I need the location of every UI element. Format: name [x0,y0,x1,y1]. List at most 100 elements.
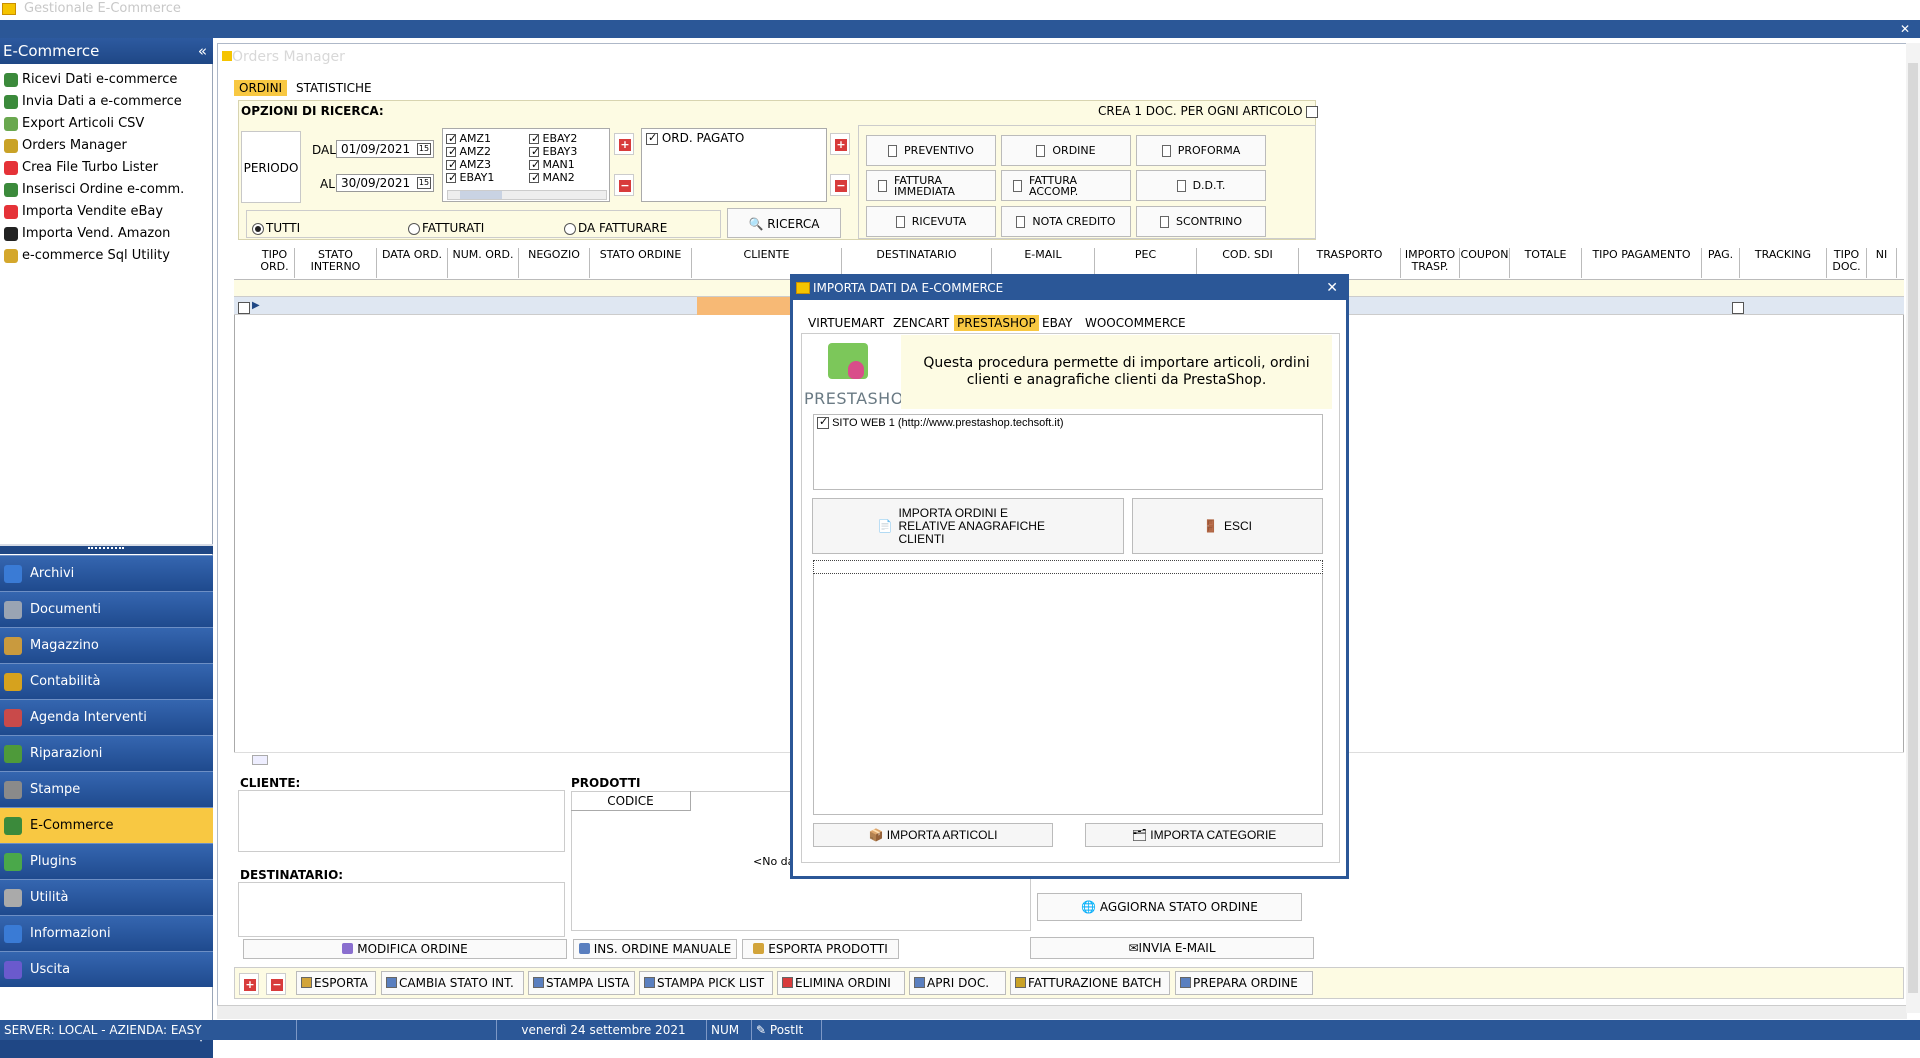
sidebar-item[interactable]: e-commerce Sql Utility [0,245,213,267]
nav-contabilit-[interactable]: Contabilità [0,663,213,699]
nav-riparazioni[interactable]: Riparazioni [0,735,213,771]
dialog-tab-zencart[interactable]: ZENCART [890,315,952,331]
importa-ordini-button[interactable]: 📄 IMPORTA ORDINI E RELATIVE ANAGRAFICHE C… [812,498,1124,554]
tab-ordini[interactable]: ORDINI [234,80,288,96]
close-icon[interactable]: ✕ [1326,277,1338,300]
ins-ordine-manuale-button[interactable]: INS. ORDINE MANUALE [573,939,737,959]
close-window-icon[interactable]: ✕ [1900,20,1910,38]
dialog-tab-woocommerce[interactable]: WOOCOMMERCE [1082,315,1189,331]
invia-email-button[interactable]: ✉INVIA E-MAIL [1030,937,1314,959]
dialog-tab-prestashop[interactable]: PRESTASHOP [954,315,1039,331]
column-header[interactable]: COUPON [1460,248,1510,278]
column-header[interactable]: IMPORTO TRASP. [1401,248,1460,278]
codice-column-header[interactable]: CODICE [571,791,691,811]
tab-statistiche[interactable]: STATISTICHE [291,80,377,96]
column-header[interactable]: TOTALE [1510,248,1582,278]
toolbar-elimina-ordini-button[interactable]: ELIMINA ORDINI [777,971,905,995]
shop-option[interactable]: EBAY3 [529,145,577,158]
dialog-tab-ebay[interactable]: EBAY [1039,315,1075,331]
toolbar-prepara-ordine-button[interactable]: PREPARA ORDINE [1175,971,1313,995]
column-header[interactable]: TIPO DOC. [1827,248,1867,278]
nav-plugins[interactable]: Plugins [0,843,213,879]
doc-button-fattura-immediata[interactable]: FATTURA IMMEDIATA [866,170,996,201]
sidebar-item[interactable]: Invia Dati a e-commerce [0,91,213,113]
remove-shop-button[interactable]: − [614,174,634,196]
toolbar-apri-doc--button[interactable]: APRI DOC. [909,971,1006,995]
esporta-prodotti-button[interactable]: ESPORTA PRODOTTI [742,939,899,959]
collapse-sidebar-icon[interactable]: « [198,38,207,64]
sidebar-item[interactable]: Ricevi Dati e-commerce [0,69,213,91]
nav-utilit-[interactable]: Utilità [0,879,213,915]
add-shop-button[interactable]: + [614,133,634,155]
doc-button-d-d-t-[interactable]: D.D.T. [1136,170,1266,201]
column-header[interactable]: STATO INTERNO [295,248,377,278]
column-header[interactable]: PAG. [1702,248,1740,278]
importa-categorie-button[interactable]: 🗂 IMPORTA CATEGORIE [1085,823,1323,847]
doc-button-fattura-accomp-[interactable]: FATTURA ACCOMP. [1001,170,1131,201]
crea-doc-checkbox[interactable] [1306,105,1319,118]
ricerca-button[interactable]: 🔍 RICERCA [727,208,841,238]
shop-option[interactable]: EBAY1 [446,171,494,184]
nav-archivi[interactable]: Archivi [0,555,213,591]
doc-button-ordine[interactable]: ORDINE [1001,135,1131,166]
calendar-icon[interactable]: 15 [417,143,431,155]
add-button[interactable]: + [239,973,259,995]
radio-tutti[interactable]: TUTTI [252,222,300,235]
al-date-field[interactable]: 30/09/2021 15 [336,174,434,192]
doc-button-ricevuta[interactable]: RICEVUTA [866,206,996,237]
column-header[interactable]: TRACKING [1740,248,1827,278]
remove-button[interactable]: − [266,973,286,995]
doc-button-proforma[interactable]: PROFORMA [1136,135,1266,166]
shop-option[interactable]: AMZ1 [446,132,491,145]
dialog-tab-virtuemart[interactable]: VIRTUEMART [805,315,887,331]
sidebar-item[interactable]: Importa Vend. Amazon [0,223,213,245]
postit-button[interactable]: ✎ PostIt [752,1020,822,1040]
crea-doc-option[interactable]: CREA 1 DOC. PER OGNI ARTICOLO [1098,104,1319,118]
nav-e-commerce[interactable]: E-Commerce [0,807,213,843]
selected-cell[interactable] [697,297,791,315]
radio-da-fatturare[interactable]: DA FATTURARE [564,222,667,235]
aggiorna-stato-button[interactable]: 🌐 AGGIORNA STATO ORDINE [1037,893,1302,921]
doc-button-nota-credito[interactable]: NOTA CREDITO [1001,206,1131,237]
column-header[interactable]: NEGOZIO [519,248,590,278]
column-header[interactable]: DATA ORD. [377,248,448,278]
toolbar-stampa-lista-button[interactable]: STAMPA LISTA [528,971,635,995]
site-checkbox[interactable] [817,415,829,430]
sidebar-item[interactable]: Inserisci Ordine e-comm. [0,179,213,201]
shop-filter-list[interactable]: AMZ1 AMZ2 AMZ3 EBAY1 EBAY2 EBAY3 MAN1 MA… [442,128,610,202]
sidebar-splitter[interactable] [0,544,213,554]
sidebar-item[interactable]: Orders Manager [0,135,213,157]
column-header[interactable]: NUM. ORD. [448,248,519,278]
sidebar-item[interactable]: Crea File Turbo Lister [0,157,213,179]
column-header[interactable]: NI [1867,248,1897,278]
shop-option[interactable]: MAN2 [529,171,575,184]
nav-documenti[interactable]: Documenti [0,591,213,627]
doc-button-scontrino[interactable]: SCONTRINO [1136,206,1266,237]
remove-status-button[interactable]: − [830,174,850,196]
toolbar-esporta-button[interactable]: ESPORTA [296,971,376,995]
nav-magazzino[interactable]: Magazzino [0,627,213,663]
shop-option[interactable]: AMZ2 [446,145,491,158]
toolbar-fatturazione-batch-button[interactable]: FATTURAZIONE BATCH [1010,971,1170,995]
shop-option[interactable]: AMZ3 [446,158,491,171]
dal-date-field[interactable]: 01/09/2021 15 [336,140,434,158]
nav-agenda-interventi[interactable]: Agenda Interventi [0,699,213,735]
doc-button-preventivo[interactable]: PREVENTIVO [866,135,996,166]
column-header[interactable]: TIPO ORD. [255,248,295,278]
ord-pagato-list[interactable]: ORD. PAGATO [641,128,827,202]
modifica-ordine-button[interactable]: MODIFICA ORDINE [243,939,567,959]
nav-uscita[interactable]: Uscita [0,951,213,987]
nav-informazioni[interactable]: Informazioni [0,915,213,951]
horizontal-scrollbar[interactable] [447,190,607,200]
radio-fatturati[interactable]: FATTURATI [408,222,484,235]
column-header[interactable]: STATO ORDINE [590,248,692,278]
shop-option[interactable]: EBAY2 [529,132,577,145]
column-header[interactable]: TIPO PAGAMENTO [1582,248,1702,278]
main-vertical-scrollbar[interactable] [1906,43,1920,1013]
shop-option[interactable]: MAN1 [529,158,575,171]
sidebar-item[interactable]: Export Articoli CSV [0,113,213,135]
main-horizontal-scrollbar[interactable] [217,1005,1907,1019]
toolbar-cambia-stato-int--button[interactable]: CAMBIA STATO INT. [381,971,524,995]
calendar-icon[interactable]: 15 [417,177,431,189]
nav-stampe[interactable]: Stampe [0,771,213,807]
